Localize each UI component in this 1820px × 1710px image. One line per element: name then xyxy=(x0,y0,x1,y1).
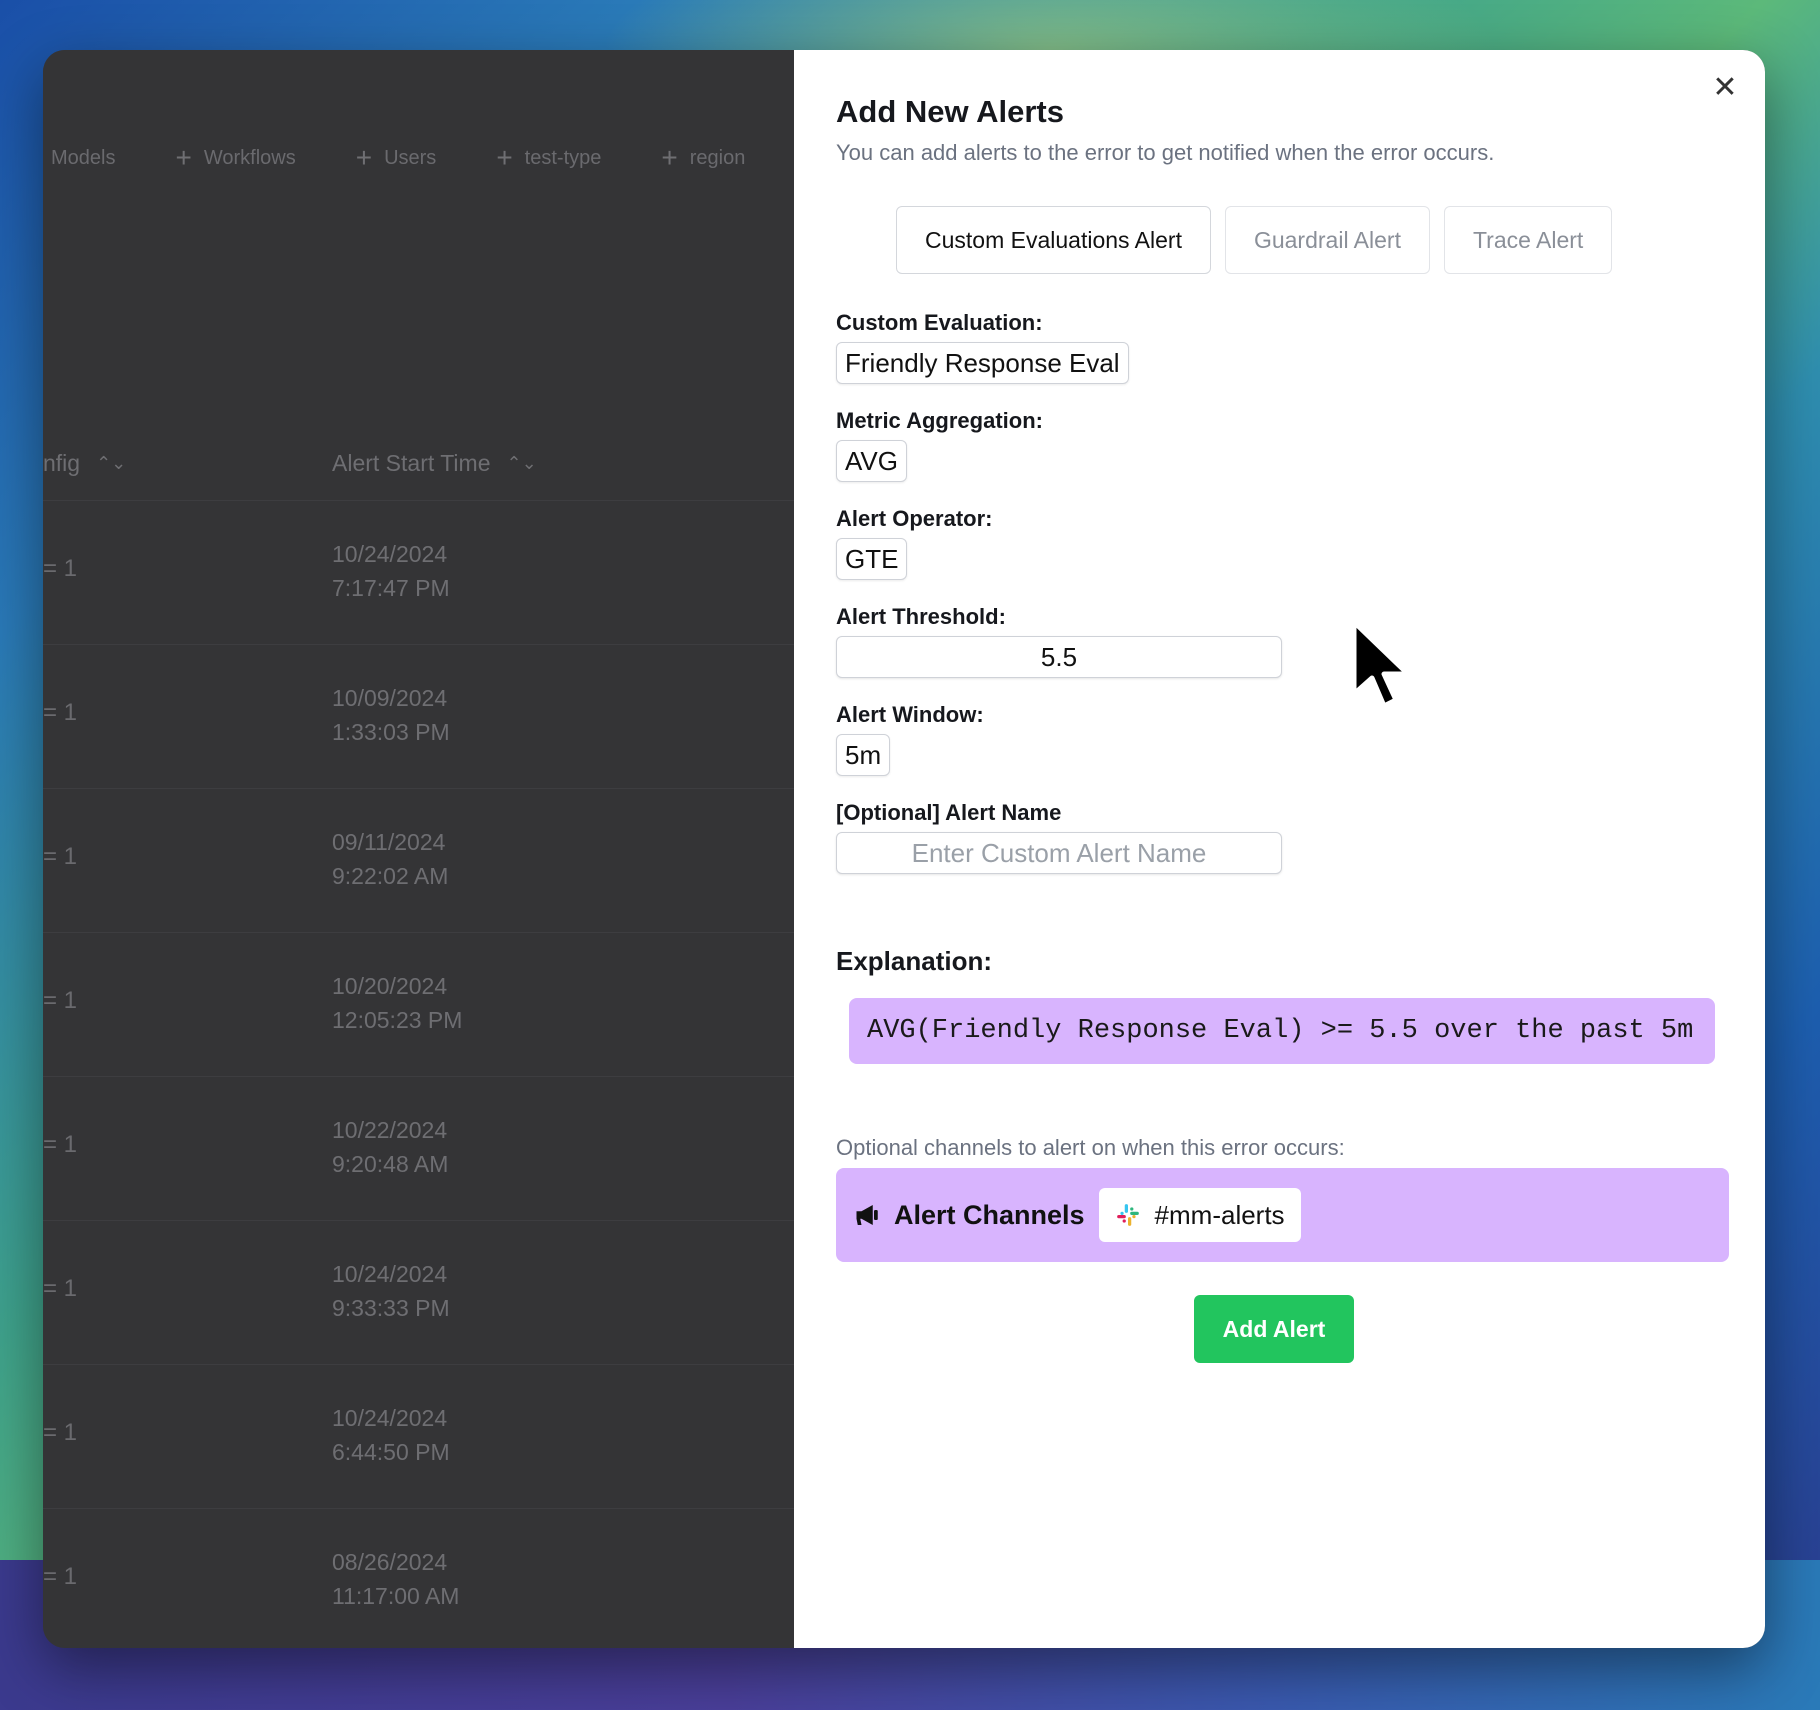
tab-custom-evaluations-alert[interactable]: Custom Evaluations Alert xyxy=(896,206,1211,274)
tab-trace-alert[interactable]: Trace Alert xyxy=(1443,206,1613,274)
config-cell: = 1 xyxy=(43,555,78,582)
table-row[interactable]: = 1 10/22/2024 9:20:48 AM xyxy=(43,1076,794,1221)
add-alert-button[interactable]: Add Alert xyxy=(1194,1295,1354,1363)
alert-operator-select[interactable]: GTE xyxy=(836,538,908,580)
modal-title: Add New Alerts xyxy=(836,94,1064,129)
table-row[interactable]: = 1 10/24/2024 7:17:47 PM xyxy=(43,500,794,645)
alert-window-select[interactable]: 5m xyxy=(836,734,891,776)
date-text: 10/24/2024 xyxy=(332,541,448,567)
column-header-alert-start-time[interactable]: Alert Start Time ⌃⌄ xyxy=(332,450,537,477)
alert-start-time-cell: 10/24/2024 6:44:50 PM xyxy=(332,1401,450,1469)
alert-start-time-cell: 10/09/2024 1:33:03 PM xyxy=(332,681,450,749)
date-text: 10/22/2024 xyxy=(332,1117,448,1143)
table-row[interactable]: = 1 09/11/2024 9:22:02 AM xyxy=(43,788,794,933)
column-header-config[interactable]: nfig ⌃⌄ xyxy=(43,450,126,477)
date-text: 10/24/2024 xyxy=(332,1261,448,1287)
filter-row: Models + Workflows + Users + test-type +… xyxy=(43,138,781,178)
sort-icon: ⌃⌄ xyxy=(96,453,127,473)
channel-chip[interactable]: #mm-alerts xyxy=(1098,1188,1301,1242)
config-cell: = 1 xyxy=(43,843,78,870)
modal-subtitle: You can add alerts to the error to get n… xyxy=(836,140,1495,165)
config-cell: = 1 xyxy=(43,1563,78,1590)
slack-icon xyxy=(1116,1204,1139,1226)
filter-test-type[interactable]: + test-type xyxy=(472,138,625,178)
alert-name-input[interactable] xyxy=(836,832,1282,874)
table-row[interactable]: = 1 10/24/2024 9:33:33 PM xyxy=(43,1220,794,1365)
table-row[interactable]: = 1 10/24/2024 6:44:50 PM xyxy=(43,1364,794,1509)
filter-workflows[interactable]: + Workflows xyxy=(151,138,319,178)
metric-aggregation-select[interactable]: AVG xyxy=(836,440,907,482)
explanation-label: Explanation: xyxy=(836,946,993,976)
alert-name-label: [Optional] Alert Name xyxy=(836,800,1062,825)
filter-label: Models xyxy=(51,146,116,169)
alert-start-time-cell: 08/26/2024 11:17:00 AM xyxy=(332,1545,459,1613)
table-row[interactable]: = 1 10/09/2024 1:33:03 PM xyxy=(43,644,794,789)
app-window: Models + Workflows + Users + test-type +… xyxy=(43,50,1765,1648)
time-text: 6:44:50 PM xyxy=(332,1439,450,1465)
plus-icon: + xyxy=(496,142,513,173)
channel-name: #mm-alerts xyxy=(1154,1199,1285,1230)
alert-threshold-label: Alert Threshold: xyxy=(836,604,1006,629)
filter-users[interactable]: + Users xyxy=(332,138,461,178)
alert-start-time-cell: 10/20/2024 12:05:23 PM xyxy=(332,969,462,1037)
config-cell: = 1 xyxy=(43,1419,78,1446)
filter-label: Users xyxy=(384,146,437,169)
date-text: 10/09/2024 xyxy=(332,685,448,711)
alert-window-label: Alert Window: xyxy=(836,702,984,727)
table-row[interactable]: = 1 08/26/2024 11:17:00 AM xyxy=(43,1508,794,1648)
alert-operator-label: Alert Operator: xyxy=(836,506,993,531)
filter-region[interactable]: + region xyxy=(637,138,769,178)
time-text: 9:22:02 AM xyxy=(332,863,449,889)
date-text: 10/20/2024 xyxy=(332,973,448,999)
alert-channels-title: Alert Channels xyxy=(894,1199,1085,1230)
table-row[interactable]: = 1 10/20/2024 12:05:23 PM xyxy=(43,932,794,1077)
close-icon[interactable]: ✕ xyxy=(1707,70,1743,106)
filter-models[interactable]: Models xyxy=(43,138,139,178)
megaphone-icon xyxy=(856,1205,878,1225)
channels-hint: Optional channels to alert on when this … xyxy=(836,1135,1345,1160)
sort-icon: ⌃⌄ xyxy=(506,453,537,473)
alert-channels-panel: Alert Channels #mm-alerts xyxy=(836,1168,1729,1262)
alert-start-time-cell: 10/24/2024 7:17:47 PM xyxy=(332,537,450,605)
date-text: 10/24/2024 xyxy=(332,1405,448,1431)
time-text: 12:05:23 PM xyxy=(332,1007,463,1033)
custom-evaluation-label: Custom Evaluation: xyxy=(836,310,1043,335)
time-text: 1:33:03 PM xyxy=(332,719,450,745)
background-app: Models + Workflows + Users + test-type +… xyxy=(43,50,794,1648)
config-cell: = 1 xyxy=(43,1131,78,1158)
time-text: 9:20:48 AM xyxy=(332,1151,449,1177)
filter-label: test-type xyxy=(524,146,602,169)
filter-label: Workflows xyxy=(203,146,296,169)
column-header-label: nfig xyxy=(43,450,81,476)
config-cell: = 1 xyxy=(43,1275,78,1302)
mouse-cursor-icon xyxy=(1351,619,1411,709)
explanation-code: AVG(Friendly Response Eval) >= 5.5 over … xyxy=(849,998,1715,1064)
time-text: 9:33:33 PM xyxy=(332,1295,450,1321)
date-text: 09/11/2024 xyxy=(332,829,446,855)
time-text: 11:17:00 AM xyxy=(332,1583,460,1609)
metric-aggregation-label: Metric Aggregation: xyxy=(836,408,1043,433)
custom-evaluation-select[interactable]: Friendly Response Eval xyxy=(836,342,1129,384)
alert-type-tabs: Custom Evaluations Alert Guardrail Alert… xyxy=(896,206,1613,274)
config-cell: = 1 xyxy=(43,987,78,1014)
column-header-label: Alert Start Time xyxy=(332,450,491,476)
alert-start-time-cell: 10/24/2024 9:33:33 PM xyxy=(332,1257,450,1325)
date-text: 08/26/2024 xyxy=(332,1549,448,1575)
alert-threshold-input[interactable] xyxy=(836,636,1282,678)
plus-icon: + xyxy=(175,142,192,173)
tab-guardrail-alert[interactable]: Guardrail Alert xyxy=(1224,206,1430,274)
alert-start-time-cell: 10/22/2024 9:20:48 AM xyxy=(332,1113,448,1181)
config-cell: = 1 xyxy=(43,699,78,726)
plus-icon: + xyxy=(661,142,678,173)
alert-start-time-cell: 09/11/2024 9:22:02 AM xyxy=(332,825,448,893)
plus-icon: + xyxy=(355,142,373,173)
filter-label: region xyxy=(689,146,746,169)
add-alert-modal: ✕ Add New Alerts You can add alerts to t… xyxy=(794,50,1765,1648)
time-text: 7:17:47 PM xyxy=(332,575,450,601)
